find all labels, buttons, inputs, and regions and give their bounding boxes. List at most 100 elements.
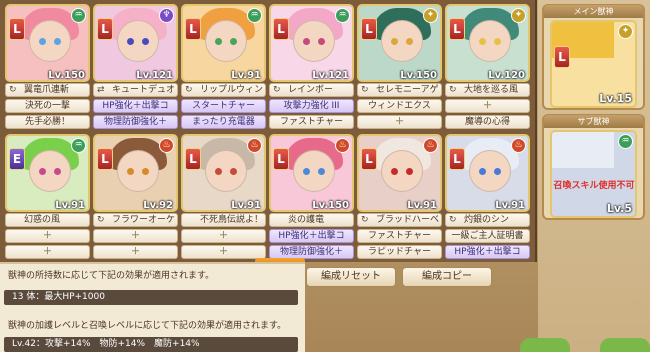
rank-badge: L [273, 18, 289, 40]
beast-portrait[interactable]: L ♆ Lv.121 [93, 4, 178, 82]
beast-portrait[interactable]: L ♨ Lv.91 [181, 134, 266, 212]
skill-slot-1[interactable]: ウィンドエクス [357, 99, 442, 113]
skill-slot-2[interactable]: 物理防御強化＋ [93, 115, 178, 129]
beast-name: リップルウィンド [200, 85, 266, 95]
beast-portrait[interactable]: L ♒ Lv.121 [269, 4, 354, 82]
beast-card[interactable]: L ♒ Lv.121 ↻ レインボー 攻撃力強化 III ファストチャー [269, 4, 354, 132]
skill-slot-2[interactable]: ＋ [93, 245, 178, 259]
beast-card[interactable]: E ♒ Lv.91 幻惑の風 ＋ ＋ [5, 134, 90, 262]
beast-name-slot[interactable]: ↻ 翼竜爪連斬 [5, 83, 90, 97]
skill-slot-1[interactable]: ＋ [181, 229, 266, 243]
skill-slot-1[interactable]: 一級ご主人証明書 [445, 229, 530, 243]
beast-name-slot[interactable]: ↻ ブラッドハーベ [357, 213, 442, 227]
skill-slot-2[interactable]: 物理防御強化＋ [269, 245, 354, 259]
reset-formation-button[interactable]: 編成リセット [306, 267, 396, 287]
beast-card[interactable]: L ✦ Lv.150 ↻ セレモニーアゲ ウィンドエクス ＋ [357, 4, 442, 132]
main-beast-portrait[interactable]: L ✦ Lv.15 [550, 20, 637, 108]
beast-name-slot[interactable]: ↻ 大地を巡る風 [445, 83, 530, 97]
skill-slot-2[interactable]: ファストチャー [269, 115, 354, 129]
skill-slot-1[interactable]: HP強化＋出撃コ [93, 99, 178, 113]
beast-card[interactable]: L ♨ Lv.92 ↻ フラワーオーケ ＋ ＋ [93, 134, 178, 262]
element-icon: ♒ [247, 8, 262, 23]
beast-portrait[interactable]: L ♨ Lv.91 [357, 134, 442, 212]
left-eye [303, 168, 310, 175]
main-beast-box[interactable]: メイン獣神 L ✦ Lv.15 [542, 4, 645, 110]
beast-name-slot[interactable]: ↻ 灼銀のシン [445, 213, 530, 227]
beast-card[interactable]: L ♨ Lv.91 ↻ 灼銀のシン 一級ご主人証明書 HP強化＋出撃コ [445, 134, 530, 262]
side-panel: メイン獣神 L ✦ Lv.15 サブ獣神 ♒ Lv.5 召喚スキル使用不可 [538, 0, 650, 352]
beast-name-slot[interactable]: ↻ レインボー [269, 83, 354, 97]
skill-slot-2[interactable]: ＋ [5, 245, 90, 259]
skill-slot-2[interactable]: 魔導の心得 [445, 115, 530, 129]
skill-slot-1[interactable]: スタートチャー [181, 99, 266, 113]
skill-slot-1[interactable]: ＋ [93, 229, 178, 243]
skill-slot-2[interactable]: ＋ [357, 115, 442, 129]
skill-slot-1[interactable]: HP強化＋出撃コ [269, 229, 354, 243]
beast-name-slot[interactable]: ↻ リップルウィンド [181, 83, 266, 97]
beast-level: Lv.150 [48, 70, 85, 81]
beast-portrait[interactable]: L ♨ Lv.92 [93, 134, 178, 212]
sub-beast-portrait[interactable]: ♒ Lv.5 [550, 130, 637, 218]
swap-icon: ⇄ [97, 85, 105, 95]
beast-portrait[interactable]: L ✦ Lv.150 [357, 4, 442, 82]
beast-name-slot[interactable]: 炎の護竜 [269, 213, 354, 227]
beast-portrait[interactable]: L ♒ Lv.91 [181, 4, 266, 82]
skill-slot-1[interactable]: 攻撃力強化 III [269, 99, 354, 113]
beast-name-slot[interactable]: ⇄ キュートデュオ [93, 83, 178, 97]
right-eye [142, 38, 149, 45]
swap-icon [185, 215, 196, 225]
beast-portrait[interactable]: L ♨ Lv.150 [269, 134, 354, 212]
left-eye [215, 168, 222, 175]
beast-portrait[interactable]: L ✦ Lv.120 [445, 4, 530, 82]
skill-slot-1[interactable]: ファストチャー [357, 229, 442, 243]
rank-badge: L [449, 18, 465, 40]
sub-beast-box[interactable]: サブ獣神 ♒ Lv.5 [542, 114, 645, 220]
left-eye [127, 168, 134, 175]
right-eye [142, 168, 149, 175]
beast-name-slot[interactable]: ↻ セレモニーアゲ [357, 83, 442, 97]
skill-slot-2[interactable]: 先手必勝！ [5, 115, 90, 129]
element-icon: ♒ [71, 138, 86, 153]
rank-badge: L [9, 18, 25, 40]
beast-name-slot[interactable]: 不死鳥伝説よ！ [181, 213, 266, 227]
skill-slot-2[interactable]: まったり充電器 [181, 115, 266, 129]
beast-card[interactable]: L ♆ Lv.121 ⇄ キュートデュオ HP強化＋出撃コ 物理防御強化＋ [93, 4, 178, 132]
beast-portrait[interactable]: E ♒ Lv.91 [5, 134, 90, 212]
beast-card[interactable]: L ✦ Lv.120 ↻ 大地を巡る風 ＋ 魔導の心得 [445, 4, 530, 132]
beast-name: 灼銀のシン [464, 215, 510, 225]
skill-slot-2[interactable]: ラピッドチャー [357, 245, 442, 259]
skill-slot-1[interactable]: ＋ [445, 99, 530, 113]
left-eye [39, 38, 46, 45]
swap-icon: ↻ [9, 85, 17, 95]
skill-slot-1[interactable]: 決死の一撃 [5, 99, 90, 113]
face-shape [469, 20, 511, 62]
sub-beast-level: Lv.5 [606, 202, 632, 215]
swap-icon: ↻ [449, 215, 457, 225]
card-grid: L ♒ Lv.150 ↻ 翼竜爪連斬 決死の一撃 先手必勝！ L ♆ Lv.12… [5, 4, 530, 262]
skill-slot-2[interactable]: HP強化＋出撃コ [445, 245, 530, 259]
beast-portrait[interactable]: L ♨ Lv.91 [445, 134, 530, 212]
beast-level: Lv.92 [143, 200, 173, 211]
beast-card[interactable]: L ♒ Lv.91 ↻ リップルウィンド スタートチャー まったり充電器 [181, 4, 266, 132]
skill-slot-1[interactable]: ＋ [5, 229, 90, 243]
beast-card[interactable]: L ♨ Lv.91 ↻ ブラッドハーベ ファストチャー ラピッドチャー [357, 134, 442, 262]
beast-level: Lv.121 [136, 70, 173, 81]
hair-shape [552, 132, 614, 168]
element-icon: ♒ [618, 134, 633, 149]
element-icon: ✦ [511, 8, 526, 23]
beast-name-slot[interactable]: 幻惑の風 [5, 213, 90, 227]
beast-portrait[interactable]: L ♒ Lv.150 [5, 4, 90, 82]
summon-skill-warning: 召喚スキル使用不可 [553, 181, 635, 191]
face-shape [293, 20, 335, 62]
beast-name: 翼竜爪連斬 [24, 85, 70, 95]
beast-card[interactable]: L ♒ Lv.150 ↻ 翼竜爪連斬 決死の一撃 先手必勝！ [5, 4, 90, 132]
right-eye [54, 38, 61, 45]
beast-card[interactable]: L ♨ Lv.150 炎の護竜 HP強化＋出撃コ 物理防御強化＋ [269, 134, 354, 262]
left-eye [215, 38, 222, 45]
beast-card[interactable]: L ♨ Lv.91 不死鳥伝説よ！ ＋ ＋ [181, 134, 266, 262]
skill-slot-2[interactable]: ＋ [181, 245, 266, 259]
beast-name-slot[interactable]: ↻ フラワーオーケ [93, 213, 178, 227]
copy-formation-button[interactable]: 編成コピー [402, 267, 492, 287]
grass-decoration [520, 338, 570, 352]
beast-level: Lv.91 [407, 200, 437, 211]
